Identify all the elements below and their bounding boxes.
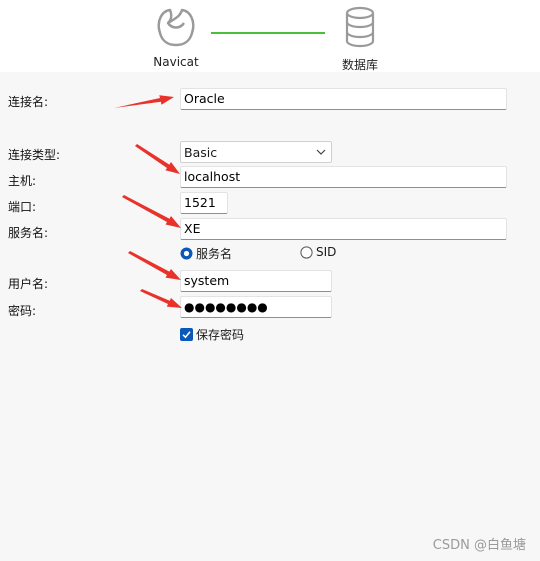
connection-name-label: 连接名: bbox=[8, 95, 49, 109]
wizard-header: Navicat 数据库 bbox=[0, 0, 540, 72]
service-name-label: 服务名: bbox=[8, 226, 49, 240]
radio-service-name-label: 服务名 bbox=[196, 247, 233, 261]
connection-type-select[interactable]: Basic bbox=[180, 141, 332, 163]
checkbox-checked-icon bbox=[180, 328, 193, 341]
arrow-icon bbox=[128, 251, 181, 280]
arrow-icon bbox=[122, 195, 181, 228]
port-label: 端口: bbox=[8, 200, 37, 214]
password-input[interactable]: ●●●●●●●● bbox=[180, 296, 332, 318]
username-input[interactable]: system bbox=[180, 270, 332, 292]
password-label: 密码: bbox=[8, 304, 37, 318]
connection-type-label: 连接类型: bbox=[8, 148, 61, 162]
service-name-input[interactable]: XE bbox=[180, 218, 507, 240]
radio-sid-label: SID bbox=[316, 245, 337, 259]
save-password-label: 保存密码 bbox=[196, 328, 245, 342]
host-label: 主机: bbox=[8, 174, 37, 188]
watermark: CSDN @白鱼塘 bbox=[432, 538, 526, 553]
radio-sid[interactable]: SID bbox=[300, 245, 336, 259]
arrow-icon bbox=[140, 289, 182, 308]
radio-selected-icon bbox=[180, 247, 193, 260]
step-connector bbox=[211, 32, 325, 34]
connection-type-value: Basic bbox=[184, 145, 218, 160]
arrow-icon bbox=[135, 144, 180, 174]
radio-service-name[interactable]: 服务名 bbox=[180, 245, 232, 262]
arrow-icon bbox=[114, 95, 174, 108]
username-label: 用户名: bbox=[8, 277, 49, 291]
step-label-navicat: Navicat bbox=[153, 55, 199, 69]
chevron-down-icon bbox=[316, 149, 326, 155]
step-label-database: 数据库 bbox=[341, 58, 378, 72]
navicat-logo-icon bbox=[157, 8, 195, 47]
connection-name-input[interactable]: Oracle bbox=[180, 88, 507, 110]
database-icon bbox=[345, 6, 375, 48]
save-password-checkbox[interactable]: 保存密码 bbox=[180, 326, 244, 343]
host-input[interactable]: localhost bbox=[180, 166, 507, 188]
radio-unselected-icon bbox=[300, 245, 313, 259]
port-input[interactable]: 1521 bbox=[180, 192, 228, 214]
